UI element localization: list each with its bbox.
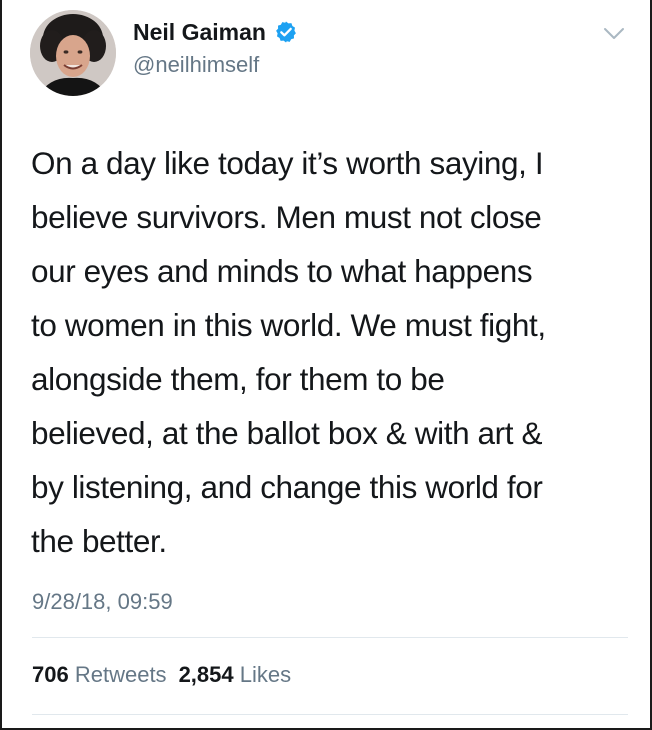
tweet-line: by listening, and change this world for — [31, 469, 543, 505]
tweet-line: the better. — [31, 523, 167, 559]
author-handle[interactable]: @neilhimself — [133, 52, 259, 78]
retweets-label: Retweets — [74, 662, 167, 687]
divider — [32, 637, 628, 638]
profile-photo — [30, 10, 116, 96]
tweet-timestamp[interactable]: 9/28/18, 09:59 — [32, 588, 173, 616]
avatar[interactable] — [30, 10, 116, 96]
tweet-card: Neil Gaiman @neilhimself On a day like t… — [0, 0, 652, 730]
likes-count: 2,854 — [178, 662, 234, 687]
tweet-line: alongside them, for them to be — [31, 361, 445, 397]
retweets-stat[interactable]: 706 Retweets — [32, 662, 167, 687]
tweet-line: believe survivors. Men must not close — [31, 199, 542, 235]
tweet-text: On a day like today it’s worth saying, I… — [31, 136, 631, 568]
author-name-row[interactable]: Neil Gaiman — [133, 18, 298, 46]
verified-badge-icon — [274, 20, 298, 44]
tweet-line: our eyes and minds to what happens — [31, 253, 533, 289]
tweet-line: believed, at the ballot box & with art & — [31, 415, 543, 451]
tweet-stats: 706 Retweets 2,854 Likes — [32, 661, 291, 689]
divider — [32, 714, 628, 715]
likes-label: Likes — [239, 662, 292, 687]
tweet-line: to women in this world. We must fight, — [31, 307, 546, 343]
likes-stat[interactable]: 2,854 Likes — [179, 662, 292, 687]
retweets-count: 706 — [32, 662, 69, 687]
chevron-down-icon[interactable] — [603, 26, 625, 42]
author-name[interactable]: Neil Gaiman — [133, 18, 266, 46]
tweet-line: On a day like today it’s worth saying, I — [31, 145, 544, 181]
